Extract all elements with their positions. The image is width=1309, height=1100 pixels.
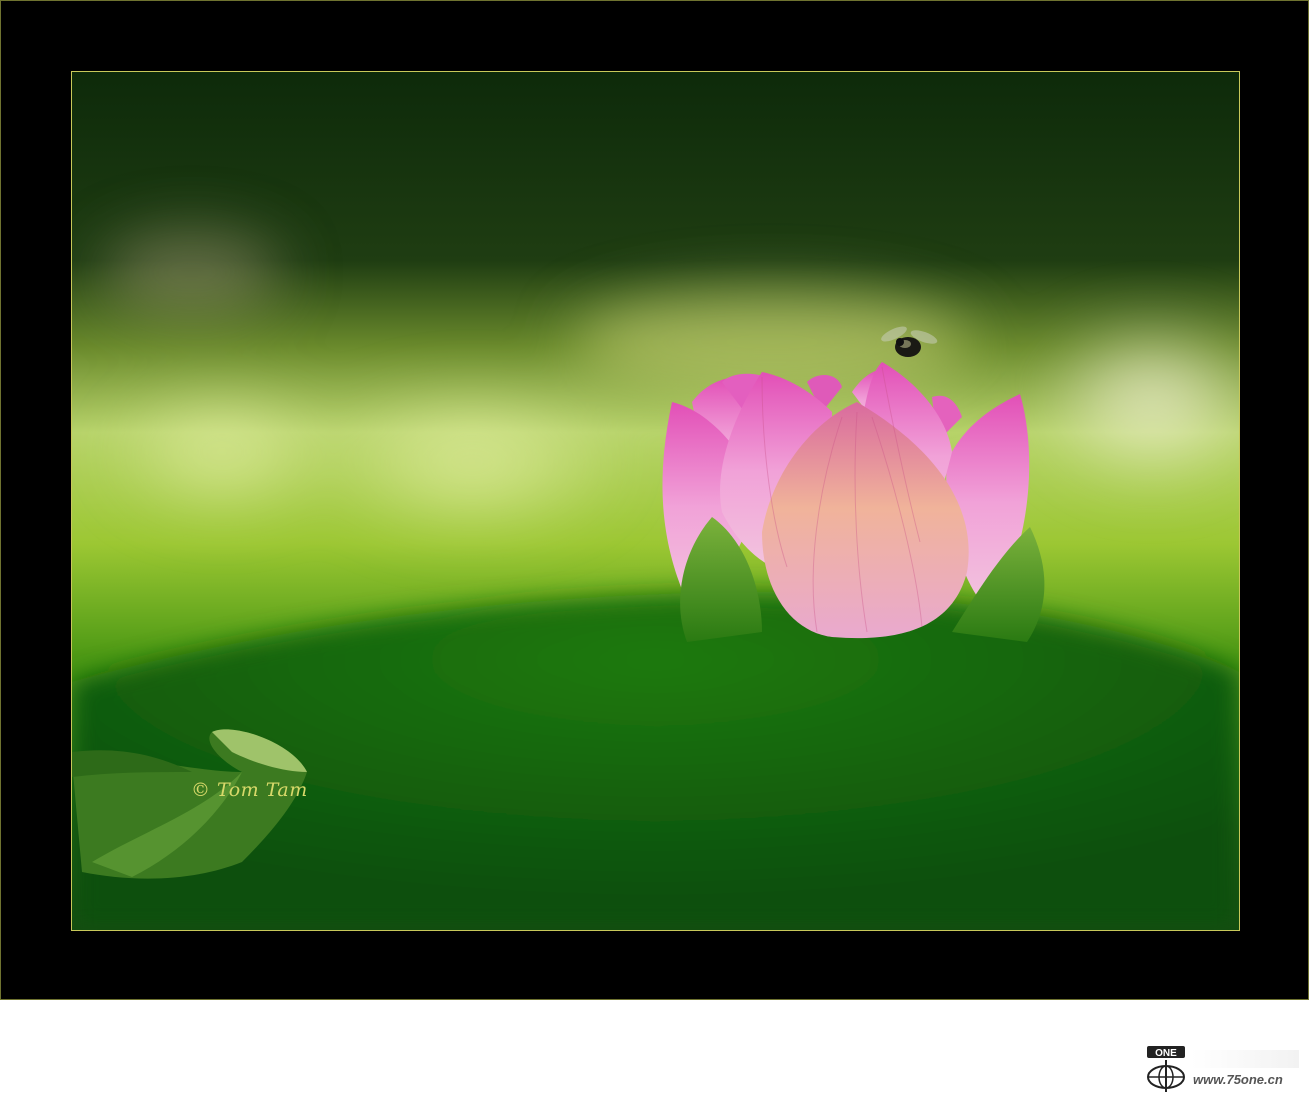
brand-banner xyxy=(1191,1050,1299,1068)
watermark-url: www.75one.cn xyxy=(1193,1072,1283,1087)
photo xyxy=(71,71,1240,931)
photo-frame: © Tom Tam xyxy=(0,0,1309,1000)
one-globe-logo-icon: ONE xyxy=(1147,1046,1185,1092)
photographer-signature: © Tom Tam xyxy=(191,779,308,801)
svg-text:ONE: ONE xyxy=(1155,1048,1177,1059)
lotus-photo xyxy=(72,72,1239,930)
site-watermark: ONE www.75one.cn xyxy=(1143,1044,1303,1094)
